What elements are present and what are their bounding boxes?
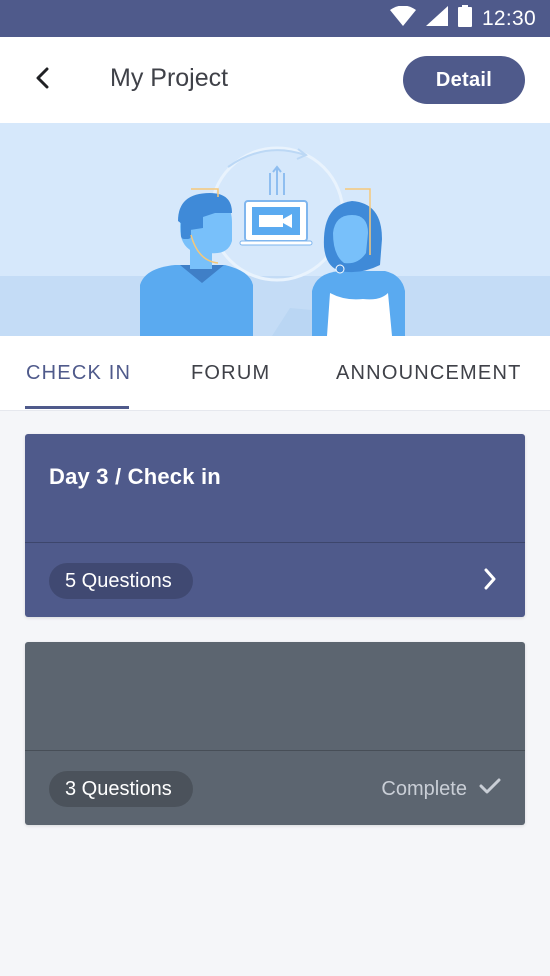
card-divider bbox=[25, 750, 525, 751]
checkmark-icon bbox=[479, 777, 501, 801]
tab-forum[interactable]: FORUM bbox=[191, 336, 270, 410]
detail-button[interactable]: Detail bbox=[403, 56, 525, 104]
card-divider bbox=[25, 542, 525, 543]
status-time: 12:30 bbox=[481, 6, 536, 30]
open-check-in-button[interactable] bbox=[475, 564, 505, 598]
wifi-icon bbox=[389, 5, 416, 31]
complete-label: Complete bbox=[381, 777, 467, 800]
tab-bar: CHECK IN FORUM ANNOUNCEMENT bbox=[0, 336, 550, 411]
tab-check-in[interactable]: CHECK IN bbox=[26, 336, 131, 410]
active-tab-indicator bbox=[25, 406, 129, 409]
completed-check-in-card[interactable]: 3 Questions Complete bbox=[25, 642, 525, 825]
status-icons: 12:30 bbox=[389, 0, 536, 37]
questions-count-badge: 3 Questions bbox=[49, 771, 193, 807]
hero-illustration bbox=[0, 123, 550, 336]
page-title: My Project bbox=[110, 64, 229, 92]
complete-status: Complete bbox=[381, 771, 501, 807]
chevron-right-icon bbox=[483, 568, 497, 595]
chevron-left-icon bbox=[35, 67, 51, 94]
back-button[interactable] bbox=[22, 59, 64, 101]
app-bar: My Project Detail bbox=[0, 37, 550, 123]
battery-icon bbox=[457, 5, 472, 32]
status-bar: 12:30 bbox=[0, 0, 550, 37]
signal-icon bbox=[425, 6, 448, 31]
check-in-card[interactable]: Day 3 / Check in 5 Questions bbox=[25, 434, 525, 617]
questions-count-badge: 5 Questions bbox=[49, 563, 193, 599]
card-title: Day 3 / Check in bbox=[49, 464, 221, 489]
tab-announcement[interactable]: ANNOUNCEMENT bbox=[336, 336, 522, 410]
